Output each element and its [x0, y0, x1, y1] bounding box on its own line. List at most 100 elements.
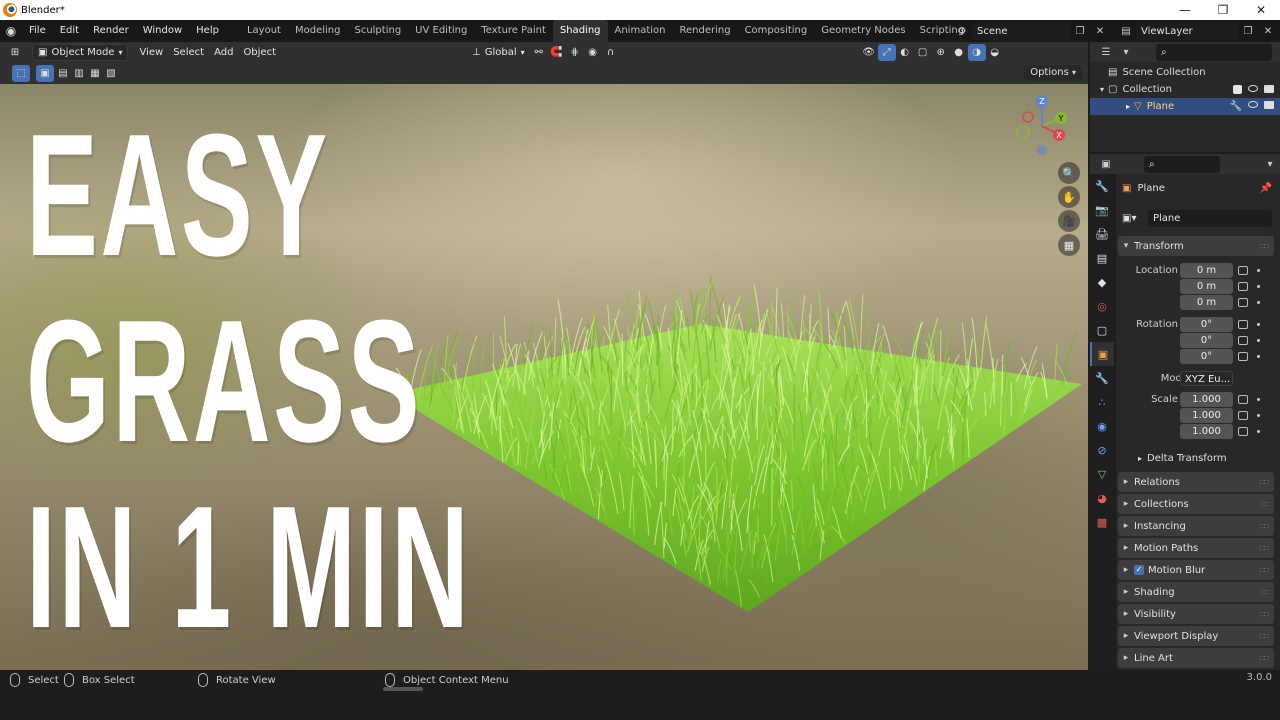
menu-edit[interactable]: Edit	[53, 20, 86, 42]
xray-toggle-icon[interactable]: ▢	[914, 44, 932, 61]
eye-icon[interactable]	[1248, 85, 1258, 92]
pin-icon[interactable]: 📌	[1260, 183, 1272, 194]
transform-orientation-dropdown[interactable]: ⊥ Global ▾	[467, 44, 530, 61]
transform-panel-header[interactable]: ▾ Transform ∷∷	[1118, 236, 1274, 256]
restore-button[interactable]: ❐	[1204, 0, 1242, 20]
perspective-toggle-icon[interactable]: ▦	[1058, 234, 1080, 256]
view-layer-name-field[interactable]: ViewLayer	[1136, 22, 1238, 40]
close-button[interactable]: ✕	[1242, 0, 1280, 20]
scale-x-field[interactable]: 1.000	[1180, 392, 1233, 407]
eye-icon[interactable]	[1248, 101, 1258, 108]
minimize-button[interactable]: —	[1166, 0, 1204, 20]
rendered-shading-icon[interactable]: ◒	[986, 44, 1004, 61]
zoom-icon[interactable]: 🔍	[1058, 162, 1080, 184]
editor-type-icon[interactable]: ☰	[1096, 43, 1116, 61]
delete-scene-icon[interactable]: ✕	[1090, 22, 1110, 40]
visibility-icon[interactable]: 👁	[860, 44, 878, 61]
panel-instancing[interactable]: ▸ Instancing ∷∷	[1118, 516, 1274, 536]
keyframe-dot-icon[interactable]	[1257, 355, 1260, 358]
new-view-layer-icon[interactable]: ❐	[1238, 22, 1258, 40]
keyframe-dot-icon[interactable]	[1257, 269, 1260, 272]
proportional-edit-icon[interactable]: ◉	[584, 44, 602, 61]
menu-help[interactable]: Help	[189, 20, 226, 42]
tab-uv-editing[interactable]: UV Editing	[408, 20, 474, 42]
tab-modeling[interactable]: Modeling	[288, 20, 348, 42]
output-tab-icon[interactable]: 🖨	[1090, 222, 1114, 246]
properties-search-input[interactable]: ⌕	[1144, 155, 1220, 173]
constraints-tab-icon[interactable]: ⊘	[1090, 438, 1114, 462]
tab-shading[interactable]: Shading	[552, 20, 608, 42]
tab-layout[interactable]: Layout	[240, 20, 288, 42]
rotation-mode-dropdown[interactable]: XYZ Eu...	[1180, 371, 1233, 386]
delete-view-layer-icon[interactable]: ✕	[1258, 22, 1278, 40]
delta-transform-subpanel[interactable]: ▸ Delta Transform	[1116, 450, 1280, 467]
tab-geometry-nodes[interactable]: Geometry Nodes	[814, 20, 912, 42]
location-x-field[interactable]: 0 m	[1180, 263, 1233, 278]
menu-render[interactable]: Render	[86, 20, 136, 42]
gizmo-toggle-icon[interactable]: ⤢	[877, 43, 896, 61]
menu-view[interactable]: View	[134, 44, 168, 61]
gizmo-y-axis[interactable]: Y	[1058, 114, 1064, 123]
wireframe-shading-icon[interactable]: ⊕	[932, 44, 950, 61]
scene-icon[interactable]: ⚙	[952, 22, 972, 40]
lock-icon[interactable]	[1238, 320, 1248, 329]
scene-name-field[interactable]: Scene	[972, 22, 1070, 40]
lock-icon[interactable]	[1238, 411, 1248, 420]
menu-add[interactable]: Add	[209, 44, 238, 61]
camera-icon[interactable]	[1264, 85, 1274, 93]
physics-tab-icon[interactable]: ◉	[1090, 414, 1114, 438]
navigation-gizmo[interactable]: Z Y X	[1006, 92, 1076, 162]
render-tab-icon[interactable]: 📷	[1090, 198, 1114, 222]
object-tab-icon[interactable]: ▣	[1090, 342, 1114, 366]
new-scene-icon[interactable]: ❐	[1070, 22, 1090, 40]
material-tab-icon[interactable]: ◕	[1090, 486, 1114, 510]
drag-handle-icon[interactable]: ∷∷	[1260, 242, 1269, 251]
menu-file[interactable]: File	[22, 20, 53, 42]
gizmo-neg-x[interactable]	[1022, 111, 1034, 123]
gizmo-x-axis[interactable]: X	[1056, 131, 1062, 140]
motion-blur-checkbox[interactable]: ✓	[1134, 565, 1144, 575]
object-data-icon[interactable]: ▣▾	[1122, 213, 1136, 224]
tab-sculpting[interactable]: Sculpting	[347, 20, 408, 42]
drag-handle-icon[interactable]: ∷∷	[1260, 522, 1269, 531]
view-layer-tab-icon[interactable]: ▤	[1090, 246, 1114, 270]
chevron-down-icon[interactable]: ▾	[1260, 155, 1280, 173]
chevron-down-icon[interactable]: ▾	[1100, 85, 1104, 94]
panel-motion-paths[interactable]: ▸ Motion Paths ∷∷	[1118, 538, 1274, 558]
editor-type-icon[interactable]: ▣	[1096, 155, 1116, 173]
camera-icon[interactable]	[1264, 101, 1274, 109]
keyframe-dot-icon[interactable]	[1257, 323, 1260, 326]
world-tab-icon[interactable]: ◎	[1090, 294, 1114, 318]
drag-handle-icon[interactable]: ∷∷	[1260, 588, 1269, 597]
material-preview-icon[interactable]: ◑	[967, 43, 986, 61]
panel-motion-blur[interactable]: ▸ ✓ Motion Blur ∷∷	[1118, 560, 1274, 580]
keyframe-dot-icon[interactable]	[1257, 430, 1260, 433]
drag-handle-icon[interactable]: ∷∷	[1260, 544, 1269, 553]
scene-tab-icon[interactable]: ◆	[1090, 270, 1114, 294]
pan-hand-icon[interactable]: ✋	[1058, 186, 1080, 208]
wrench-icon[interactable]: 🔧	[1230, 101, 1242, 112]
select-intersect-icon[interactable]: ▧	[102, 65, 120, 82]
keyframe-dot-icon[interactable]	[1257, 398, 1260, 401]
gizmo-z-axis[interactable]: Z	[1039, 97, 1045, 106]
drag-handle-icon[interactable]: ∷∷	[1260, 566, 1269, 575]
keyframe-dot-icon[interactable]	[1257, 414, 1260, 417]
rotation-z-field[interactable]: 0°	[1180, 349, 1233, 364]
lock-icon[interactable]	[1238, 352, 1248, 361]
menu-select[interactable]: Select	[168, 44, 209, 61]
tab-compositing[interactable]: Compositing	[738, 20, 815, 42]
gizmo-neg-y[interactable]	[1016, 125, 1030, 139]
display-mode-icon[interactable]: ▾	[1116, 43, 1136, 61]
tool-tab-icon[interactable]: 🔧	[1090, 174, 1114, 198]
lock-icon[interactable]	[1238, 336, 1248, 345]
drag-handle-icon[interactable]: ∷∷	[1260, 632, 1269, 641]
lock-icon[interactable]	[1238, 395, 1248, 404]
outliner-row-plane[interactable]: ▸ ▽ Plane 🔧	[1090, 98, 1280, 115]
particles-tab-icon[interactable]: ∴	[1090, 390, 1114, 414]
panel-relations[interactable]: ▸ Relations ∷∷	[1118, 472, 1274, 492]
overlay-toggle-icon[interactable]: ◐	[896, 44, 914, 61]
outliner-search-input[interactable]: ⌕	[1156, 43, 1272, 61]
keyframe-dot-icon[interactable]	[1257, 339, 1260, 342]
tab-animation[interactable]: Animation	[608, 20, 673, 42]
view-layer-icon[interactable]: ▤	[1116, 22, 1136, 40]
